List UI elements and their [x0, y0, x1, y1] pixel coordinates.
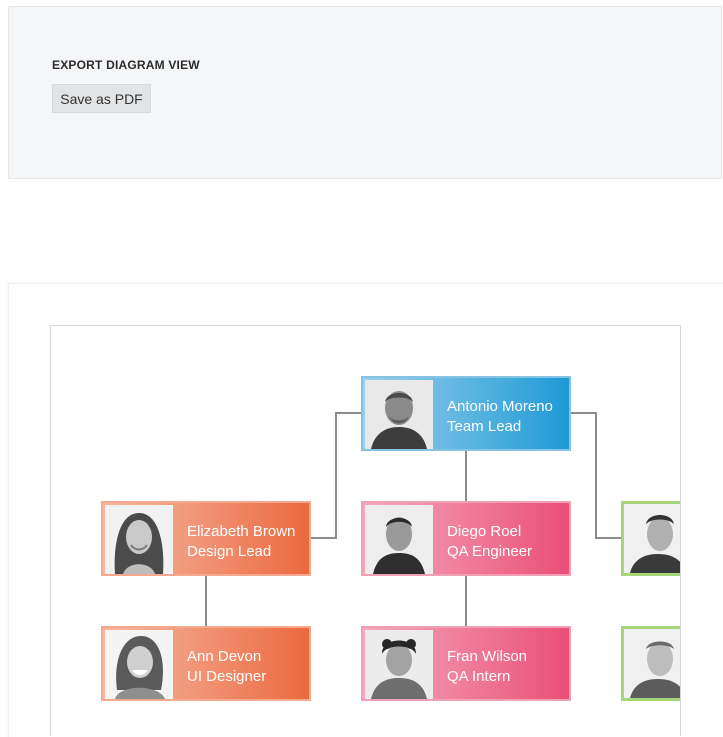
person-photo [365, 630, 433, 699]
org-node-fran-wilson[interactable]: Fran Wilson QA Intern [361, 626, 571, 701]
org-node-antonio-moreno[interactable]: Antonio Moreno Team Lead [361, 376, 571, 451]
person-photo [624, 504, 680, 573]
org-node-partial-lower[interactable] [621, 626, 680, 701]
person-photo [365, 380, 433, 449]
person-photo [105, 630, 173, 699]
diagram-viewport[interactable]: Antonio Moreno Team Lead Elizabeth Brown… [50, 325, 681, 736]
node-name: Elizabeth Brown [187, 523, 296, 540]
person-photo [365, 505, 433, 574]
save-as-pdf-button[interactable]: Save as PDF [52, 84, 151, 113]
export-title: EXPORT DIAGRAM VIEW [52, 58, 200, 72]
node-name: Fran Wilson [447, 648, 528, 665]
org-node-ann-devon[interactable]: Ann Devon UI Designer [101, 626, 311, 701]
export-panel: EXPORT DIAGRAM VIEW Save as PDF [8, 6, 722, 179]
org-node-elizabeth-brown[interactable]: Elizabeth Brown Design Lead [101, 501, 311, 576]
node-role: UI Designer [187, 668, 267, 685]
org-node-diego-roel[interactable]: Diego Roel QA Engineer [361, 501, 571, 576]
connector-antonio-elizabeth [311, 412, 361, 539]
node-name: Ann Devon [187, 648, 262, 665]
node-role: QA Intern [447, 668, 511, 685]
node-role: Design Lead [187, 543, 272, 560]
org-node-partial-upper[interactable] [621, 501, 680, 576]
person-photo [105, 505, 173, 574]
connector-antonio-right [571, 412, 621, 539]
node-role: QA Engineer [447, 543, 533, 560]
person-photo [624, 629, 680, 698]
node-role: Team Lead [447, 418, 522, 435]
node-name: Antonio Moreno [447, 398, 553, 415]
node-name: Diego Roel [447, 523, 522, 540]
